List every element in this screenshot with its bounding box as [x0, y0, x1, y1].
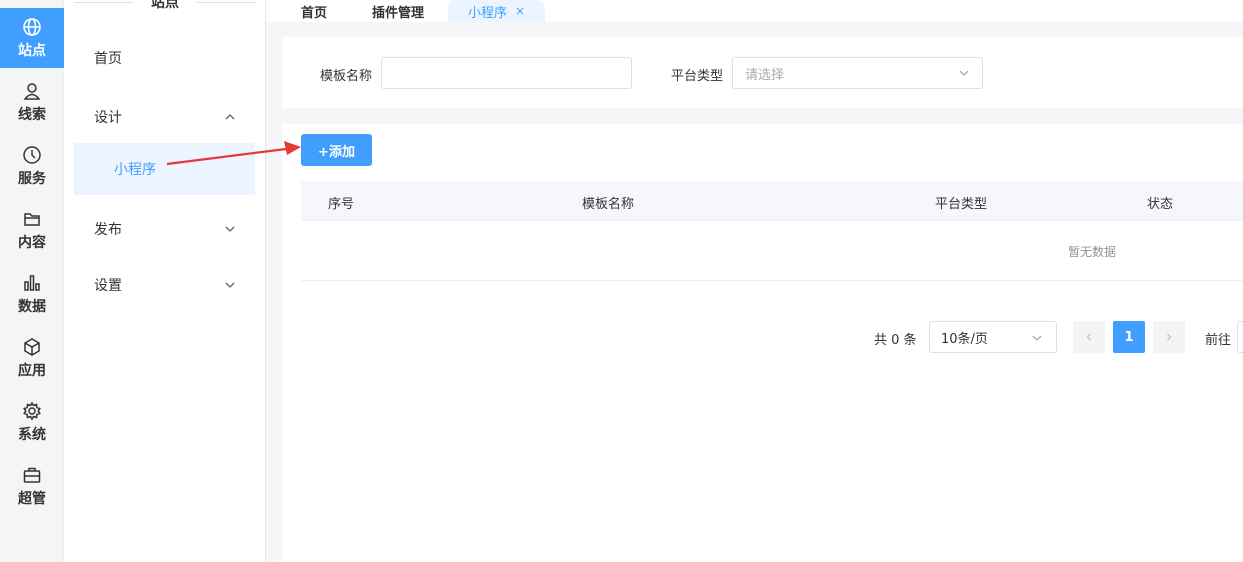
menu-item-label: 设计 — [94, 110, 122, 126]
menu-item-label: 设置 — [94, 278, 122, 294]
chevron-down-icon — [225, 282, 235, 288]
app-rail: 站点 线索 服务 内容 数据 应用 系统 超管 — [0, 0, 64, 562]
sub-menu-title: 站点 — [151, 0, 179, 11]
rail-item-service[interactable]: 服务 — [0, 136, 64, 196]
platform-type-label: 平台类型 — [671, 69, 724, 84]
cube-icon — [22, 337, 42, 357]
menu-item-label: 首页 — [94, 51, 122, 67]
chevron-down-icon — [1032, 335, 1042, 341]
rail-item-label: 系统 — [18, 426, 46, 443]
template-name-input[interactable] — [381, 57, 632, 89]
table-header: 序号 模板名称 平台类型 状态 — [301, 181, 1243, 221]
sub-menu: 站点 首页 设计 小程序 发布 设置 — [64, 0, 266, 562]
user-icon — [22, 81, 42, 101]
rail-item-leads[interactable]: 线索 — [0, 72, 64, 132]
tab-home[interactable]: 首页 — [301, 0, 327, 22]
rail-item-label: 内容 — [18, 234, 46, 251]
gear-icon — [22, 401, 42, 421]
menu-item-label: 发布 — [94, 222, 122, 238]
tab-label: 小程序 — [468, 5, 508, 21]
bar-chart-icon — [22, 273, 42, 293]
menu-item-miniapp[interactable]: 小程序 — [74, 143, 255, 195]
column-header: 平台类型 — [935, 197, 988, 212]
main-area: 首页 插件管理 小程序 × 模板名称 平台类型 请选择 +添加 序号 模板名称 … — [266, 0, 1243, 562]
column-header: 状态 — [1147, 197, 1174, 212]
rail-item-system[interactable]: 系统 — [0, 392, 64, 452]
column-header: 模板名称 — [582, 197, 635, 212]
menu-item-home[interactable]: 首页 — [74, 38, 255, 78]
rail-item-content[interactable]: 内容 — [0, 200, 64, 260]
select-placeholder: 请选择 — [745, 67, 785, 83]
next-page-button[interactable] — [1153, 321, 1185, 353]
folder-icon — [22, 209, 42, 229]
page-number-button[interactable]: 1 — [1113, 321, 1145, 353]
divider — [74, 1, 133, 3]
tab-label: 首页 — [301, 5, 328, 21]
page-size-select[interactable]: 10条/页 — [929, 321, 1057, 353]
rail-item-label: 超管 — [18, 490, 46, 507]
globe-icon — [22, 17, 42, 37]
table-empty-row: 暂无数据 — [301, 221, 1243, 281]
menu-item-label: 小程序 — [114, 162, 156, 178]
clock-icon — [22, 145, 42, 165]
rail-item-label: 站点 — [18, 42, 46, 59]
goto-label: 前往 — [1205, 333, 1232, 348]
rail-item-label: 线索 — [18, 106, 46, 123]
chevron-up-icon — [225, 114, 235, 120]
chevron-down-icon — [225, 226, 235, 232]
add-button[interactable]: +添加 — [301, 134, 372, 166]
briefcase-icon — [22, 465, 42, 485]
rail-item-apps[interactable]: 应用 — [0, 328, 64, 388]
filter-card: 模板名称 平台类型 请选择 — [282, 37, 1243, 108]
rail-item-data[interactable]: 数据 — [0, 264, 64, 324]
prev-page-button[interactable] — [1073, 321, 1105, 353]
platform-type-select[interactable]: 请选择 — [732, 57, 983, 89]
tab-plugins[interactable]: 插件管理 — [372, 0, 424, 22]
chevron-left-icon — [1086, 333, 1091, 341]
pagination-total: 共 0 条 — [874, 333, 917, 348]
tab-label: 插件管理 — [372, 5, 425, 21]
menu-item-design[interactable]: 设计 — [74, 97, 255, 137]
sub-menu-header: 站点 — [74, 0, 256, 12]
tab-bar: 首页 插件管理 小程序 × — [266, 0, 1243, 22]
tab-miniapp[interactable]: 小程序 × — [448, 0, 546, 22]
menu-item-publish[interactable]: 发布 — [74, 209, 255, 249]
rail-item-label: 应用 — [18, 362, 46, 379]
menu-item-settings[interactable]: 设置 — [74, 265, 255, 305]
goto-page-input[interactable] — [1237, 321, 1243, 353]
rail-item-label: 数据 — [18, 298, 46, 315]
template-name-label: 模板名称 — [320, 69, 373, 84]
column-header: 序号 — [328, 197, 355, 212]
divider — [197, 1, 256, 3]
empty-text: 暂无数据 — [1068, 245, 1117, 259]
page-size-value: 10条/页 — [941, 331, 988, 347]
close-icon[interactable]: × — [515, 4, 525, 18]
chevron-right-icon — [1167, 333, 1172, 341]
rail-item-label: 服务 — [18, 170, 46, 187]
chevron-down-icon — [959, 70, 969, 76]
rail-item-site[interactable]: 站点 — [0, 8, 64, 68]
rail-item-admin[interactable]: 超管 — [0, 456, 64, 516]
